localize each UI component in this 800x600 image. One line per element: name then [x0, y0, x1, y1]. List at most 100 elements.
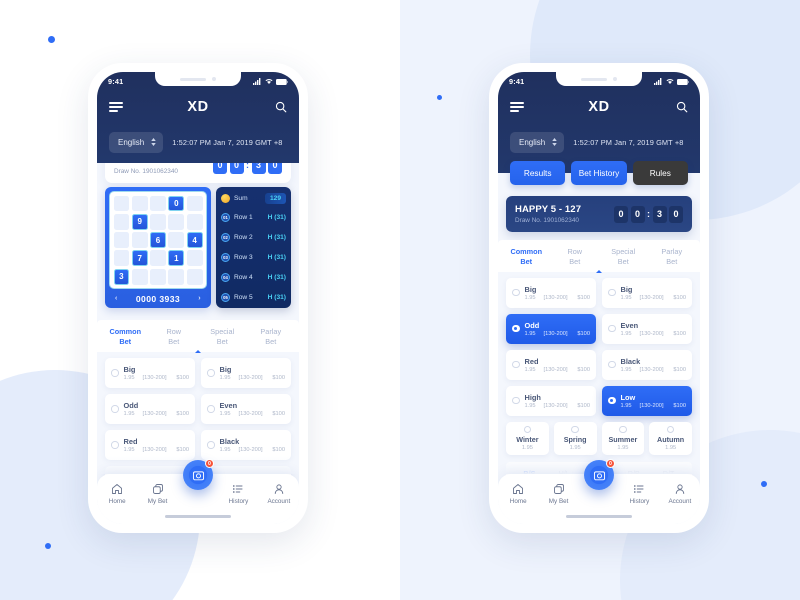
- bet-card-selected[interactable]: Odd 1.95 [130-200] $100: [506, 313, 596, 344]
- radio-icon[interactable]: [619, 425, 627, 434]
- tab-common-bet[interactable]: Common Bet: [502, 247, 602, 273]
- timer-digit: 0: [630, 205, 645, 223]
- tab-parlay-bet[interactable]: Parlay Bet: [648, 247, 697, 267]
- grid-cell[interactable]: [186, 213, 203, 230]
- grid-cell-selected[interactable]: 1: [168, 250, 185, 267]
- nav-item-history[interactable]: History: [619, 483, 659, 505]
- radio-icon[interactable]: [512, 288, 520, 297]
- grid-cell[interactable]: [168, 232, 185, 248]
- hamburger-menu-icon[interactable]: [510, 102, 524, 112]
- radio-icon[interactable]: [111, 405, 119, 413]
- radio-icon[interactable]: [571, 425, 579, 434]
- grid-cell[interactable]: [150, 213, 166, 230]
- pager-prev-icon[interactable]: ‹: [115, 295, 118, 302]
- bet-range: [130-200]: [639, 402, 664, 409]
- rules-button[interactable]: Rules: [632, 161, 688, 185]
- radio-icon[interactable]: [608, 360, 616, 369]
- radio-icon[interactable]: [512, 360, 520, 369]
- results-button[interactable]: Results: [510, 161, 566, 185]
- season-card[interactable]: Summer 1.95: [601, 421, 645, 456]
- nav-item-home[interactable]: Home: [97, 483, 137, 505]
- stat-row[interactable]: 04 Row 4 H (31): [221, 270, 286, 284]
- season-card[interactable]: Spring 1.95: [553, 421, 597, 456]
- grid-cell[interactable]: [113, 250, 130, 267]
- stat-row[interactable]: 02 Row 2 H (31): [221, 231, 286, 245]
- bet-card[interactable]: Big 1.95 [130-200] $100: [506, 277, 596, 308]
- tab-common-bet[interactable]: Common Bet: [101, 327, 201, 353]
- stat-row[interactable]: 03 Row 3 H (31): [221, 250, 286, 264]
- radio-icon[interactable]: [207, 441, 215, 449]
- radio-icon[interactable]: [111, 369, 119, 377]
- search-icon[interactable]: [275, 101, 287, 113]
- radio-icon[interactable]: [111, 441, 119, 449]
- camera-scan-button[interactable]: 0: [183, 459, 214, 490]
- stat-row[interactable]: 05 Row 5 H (31): [221, 290, 286, 304]
- radio-icon[interactable]: [207, 405, 215, 413]
- radio-icon[interactable]: [523, 425, 532, 434]
- nav-item-my-bet[interactable]: My Bet: [538, 483, 578, 505]
- grid-cell-selected[interactable]: 0: [168, 195, 185, 212]
- bet-card[interactable]: Red 1.95 [130-200] $100: [506, 349, 596, 380]
- grid-cell[interactable]: [113, 232, 130, 248]
- grid-cell[interactable]: [150, 250, 166, 267]
- grid-cell[interactable]: [150, 268, 166, 285]
- bet-card[interactable]: Red 1.95 [130-200] $100: [105, 429, 195, 460]
- language-select[interactable]: English: [109, 131, 164, 153]
- radio-icon[interactable]: [512, 396, 520, 405]
- radio-icon[interactable]: [666, 425, 675, 434]
- nav-item-account[interactable]: Account: [259, 483, 299, 505]
- tab-row-bet[interactable]: Row Bet: [551, 247, 600, 267]
- season-card[interactable]: Autumn 1.95: [649, 421, 692, 456]
- grid-cell-selected[interactable]: 3: [113, 268, 130, 285]
- nav-item-history[interactable]: History: [218, 483, 258, 505]
- bet-card[interactable]: Black 1.95 [130-200] $100: [201, 429, 291, 460]
- grid-cell-selected[interactable]: 4: [186, 232, 203, 248]
- camera-scan-button[interactable]: 0: [584, 459, 615, 490]
- bet-card[interactable]: Even 1.95 [130-200] $100: [602, 313, 692, 344]
- grid-cell-selected[interactable]: 7: [131, 250, 148, 267]
- grid-cell-selected[interactable]: 9: [131, 213, 148, 230]
- bet-rate: 1.95: [123, 446, 135, 453]
- grid-cell[interactable]: [168, 268, 185, 285]
- search-icon[interactable]: [676, 101, 688, 113]
- stat-row[interactable]: Sum 129: [221, 191, 286, 205]
- grid-cell[interactable]: [186, 268, 203, 285]
- bet-card[interactable]: Big 1.95 [130-200] $100: [602, 277, 692, 308]
- radio-icon[interactable]: [512, 324, 520, 333]
- bet-card[interactable]: Even 1.95 [130-200] $100: [201, 393, 291, 424]
- bet-card[interactable]: Big 1.95 [130-200] $100: [105, 357, 195, 388]
- nav-item-account[interactable]: Account: [660, 483, 700, 505]
- bet-card[interactable]: Big 1.95 [130-200] $100: [201, 357, 291, 388]
- bet-card[interactable]: Black 1.95 [130-200] $100: [602, 349, 692, 380]
- nav-item-my-bet[interactable]: My Bet: [137, 483, 177, 505]
- grid-cell[interactable]: [113, 195, 130, 212]
- bet-card-selected[interactable]: Low 1.95 [130-200] $100: [602, 385, 692, 416]
- radio-icon[interactable]: [608, 324, 616, 333]
- season-card[interactable]: Winter 1.95: [506, 421, 549, 456]
- pager-next-icon[interactable]: ›: [198, 295, 201, 302]
- nav-item-home[interactable]: Home: [498, 483, 538, 505]
- radio-icon[interactable]: [207, 369, 215, 377]
- bet-history-button[interactable]: Bet History: [571, 161, 627, 185]
- tab-row-bet[interactable]: Row Bet: [150, 327, 199, 347]
- language-select[interactable]: English: [510, 131, 565, 153]
- tab-parlay-bet[interactable]: Parlay Bet: [247, 327, 296, 347]
- grid-cell[interactable]: [150, 195, 166, 212]
- grid-pager[interactable]: ‹ 0000 3933 ›: [109, 289, 207, 308]
- grid-cell[interactable]: [168, 213, 185, 230]
- radio-icon[interactable]: [608, 396, 616, 405]
- grid-cell[interactable]: [131, 232, 148, 248]
- hamburger-menu-icon[interactable]: [109, 102, 123, 112]
- stat-row[interactable]: 01 Row 1 H (31): [221, 211, 286, 225]
- grid-cell[interactable]: [131, 195, 148, 212]
- bet-card[interactable]: High1.95 [130-200] $100: [506, 385, 596, 416]
- radio-icon[interactable]: [608, 288, 616, 297]
- bet-card[interactable]: Odd 1.95 [130-200] $100: [105, 393, 195, 424]
- grid-cell[interactable]: [186, 195, 203, 212]
- grid-cell-selected[interactable]: 6: [150, 232, 166, 248]
- grid-cell[interactable]: [186, 250, 203, 267]
- tab-special-bet[interactable]: Special Bet: [198, 327, 247, 347]
- grid-cell[interactable]: [113, 213, 130, 230]
- grid-cell[interactable]: [131, 268, 148, 285]
- tab-special-bet[interactable]: Special Bet: [599, 247, 648, 267]
